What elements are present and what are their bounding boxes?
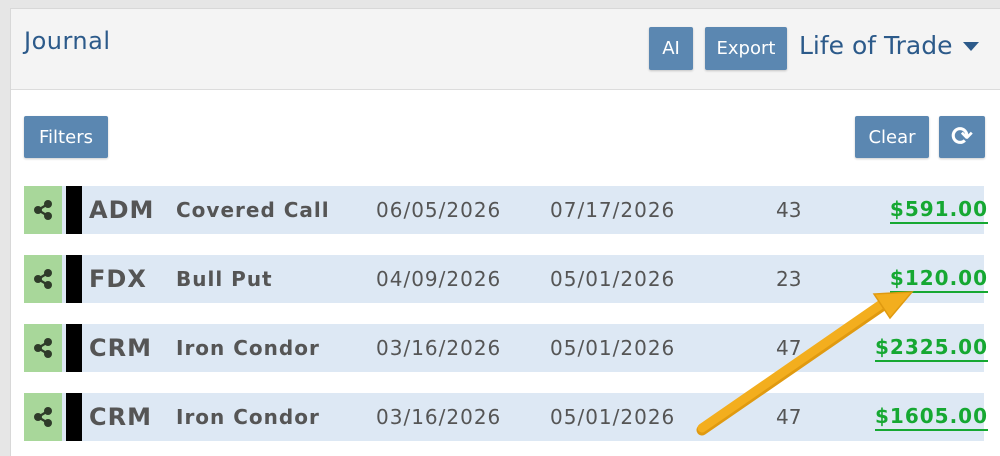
status-strip [66, 324, 82, 372]
row-strategy: Iron Condor [176, 336, 320, 360]
trade-row[interactable]: CRM Iron Condor 03/16/2026 05/01/2026 47… [24, 393, 988, 441]
row-open-date: 06/05/2026 [376, 198, 502, 222]
caret-down-icon [962, 42, 979, 51]
trade-row[interactable]: FDX Bull Put 04/09/2026 05/01/2026 23 $1… [24, 255, 988, 303]
row-amount-link[interactable]: $2325.00 [874, 324, 988, 372]
row-amount: $2325.00 [874, 335, 988, 362]
row-days: 43 [776, 198, 802, 222]
share-icon [34, 407, 52, 427]
row-amount: $120.00 [889, 266, 988, 293]
status-strip [66, 255, 82, 303]
row-symbol: CRM [89, 403, 152, 431]
row-days: 23 [776, 267, 802, 291]
row-amount-link[interactable]: $1605.00 [874, 393, 988, 441]
clear-button[interactable]: Clear [855, 116, 929, 158]
row-close-date: 05/01/2026 [550, 405, 676, 429]
status-strip [66, 393, 82, 441]
trade-row[interactable]: ADM Covered Call 06/05/2026 07/17/2026 4… [24, 186, 988, 234]
row-amount: $591.00 [889, 197, 988, 224]
row-days: 47 [776, 405, 802, 429]
row-strategy: Iron Condor [176, 405, 320, 429]
share-icon [34, 338, 52, 358]
row-close-date: 07/17/2026 [550, 198, 676, 222]
row-amount: $1605.00 [874, 404, 988, 431]
journal-panel: Journal AI Export Life of Trade Filters … [10, 8, 1000, 456]
share-button[interactable] [24, 324, 62, 372]
row-amount-link[interactable]: $120.00 [889, 255, 988, 303]
share-button[interactable] [24, 393, 62, 441]
share-button[interactable] [24, 186, 62, 234]
export-button[interactable]: Export [705, 27, 787, 70]
row-symbol: CRM [89, 334, 152, 362]
filters-button[interactable]: Filters [24, 116, 108, 158]
row-amount-link[interactable]: $591.00 [889, 186, 988, 234]
status-strip [66, 186, 82, 234]
share-icon [34, 269, 52, 289]
refresh-icon: ⟳ [951, 122, 973, 152]
panel-header: Journal AI Export Life of Trade [11, 9, 1000, 90]
row-open-date: 03/16/2026 [376, 405, 502, 429]
row-symbol: ADM [89, 196, 155, 224]
page-title: Journal [24, 27, 111, 55]
trade-row[interactable]: CRM Iron Condor 03/16/2026 05/01/2026 47… [24, 324, 988, 372]
ai-button[interactable]: AI [649, 27, 693, 70]
row-close-date: 05/01/2026 [550, 336, 676, 360]
row-open-date: 03/16/2026 [376, 336, 502, 360]
share-button[interactable] [24, 255, 62, 303]
row-strategy: Bull Put [176, 267, 273, 291]
refresh-button[interactable]: ⟳ [939, 116, 985, 158]
row-close-date: 05/01/2026 [550, 267, 676, 291]
row-open-date: 04/09/2026 [376, 267, 502, 291]
view-mode-label: Life of Trade [799, 31, 953, 60]
row-strategy: Covered Call [176, 198, 330, 222]
row-days: 47 [776, 336, 802, 360]
share-icon [34, 200, 52, 220]
row-symbol: FDX [89, 265, 147, 293]
view-mode-dropdown[interactable]: Life of Trade [799, 31, 979, 60]
